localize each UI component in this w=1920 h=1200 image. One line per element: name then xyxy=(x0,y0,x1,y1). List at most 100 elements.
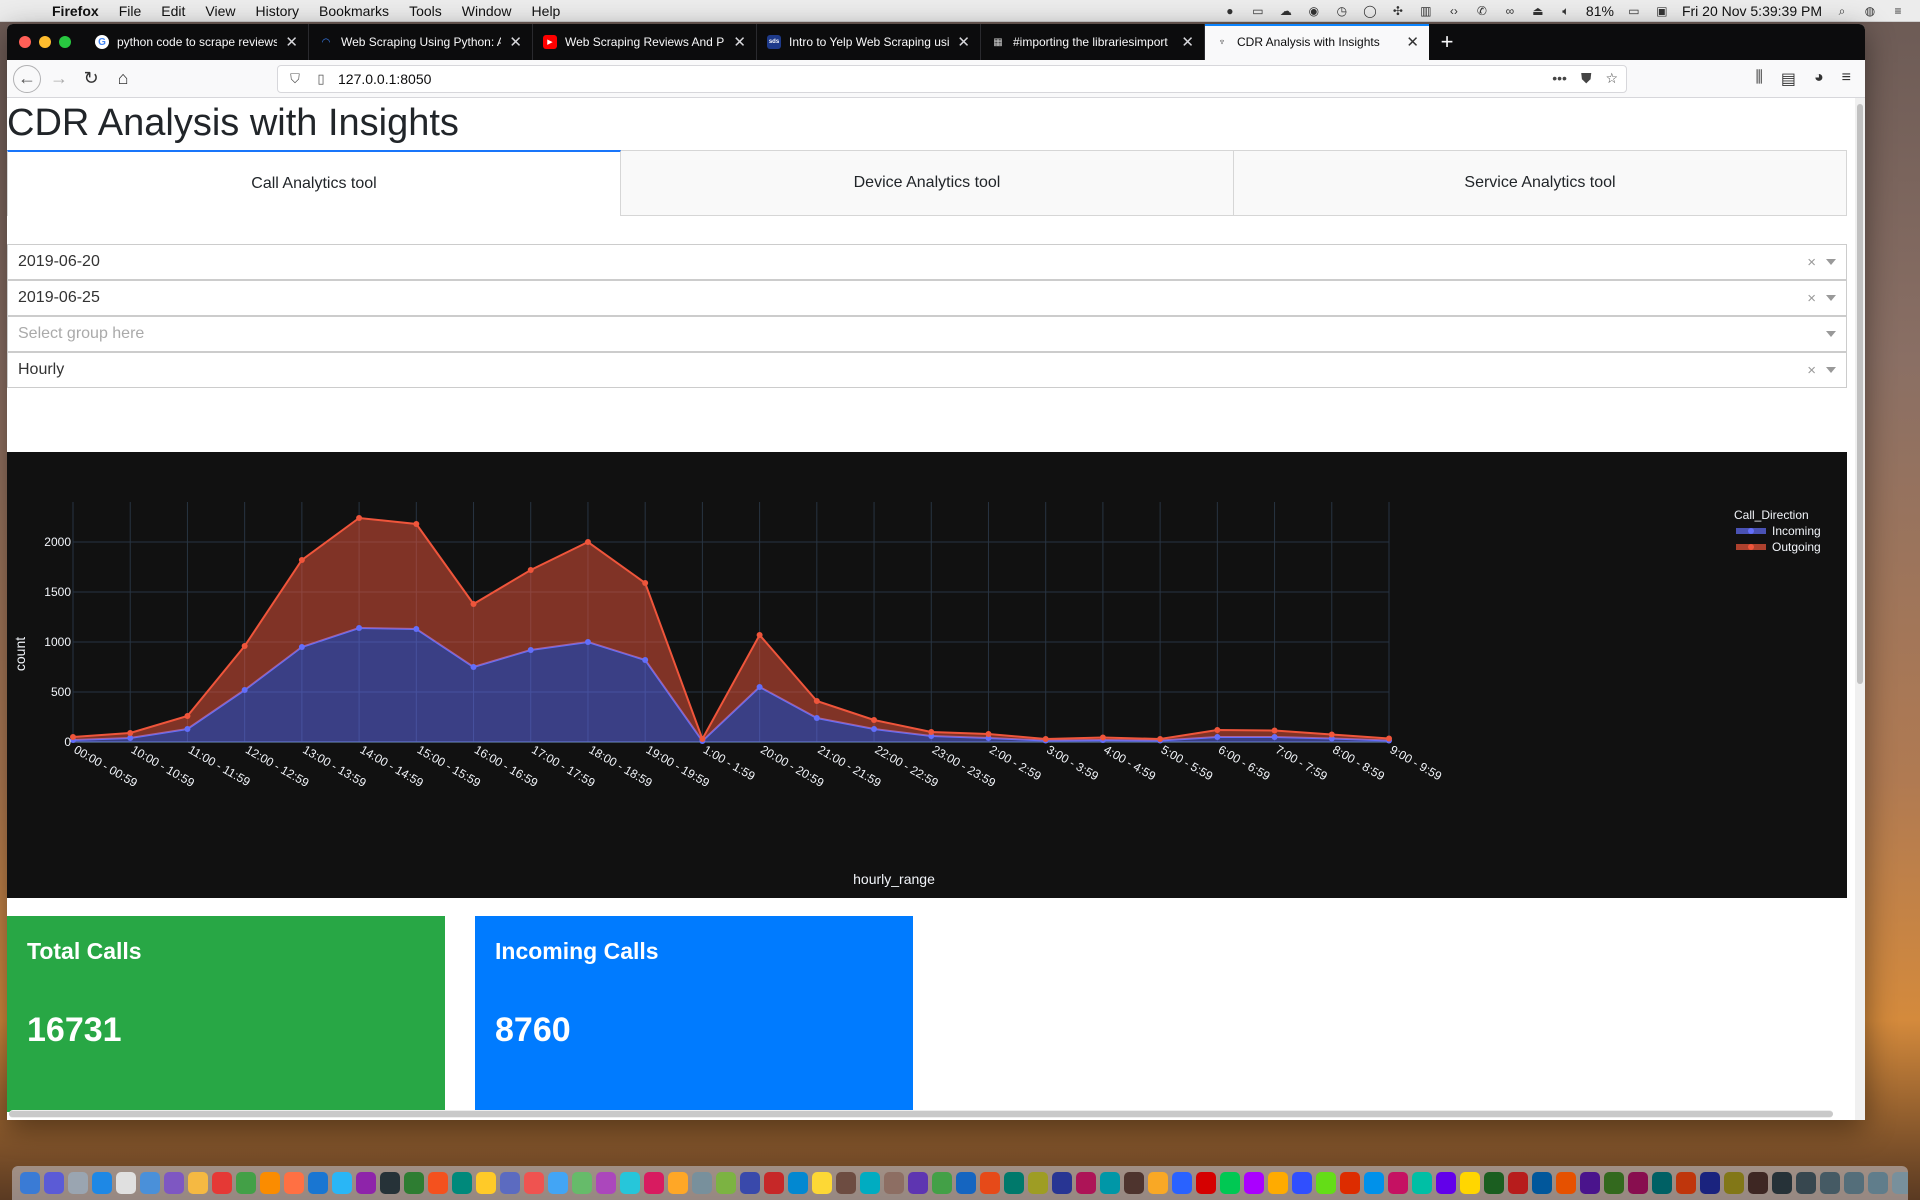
end-date-dropdown[interactable]: 2019-06-25 × xyxy=(7,280,1847,316)
dock-app-icon[interactable] xyxy=(788,1172,808,1194)
tab-service-analytics[interactable]: Service Analytics tool xyxy=(1234,150,1847,216)
horizontal-scrollbar[interactable] xyxy=(9,1110,1833,1118)
dock-app-icon[interactable] xyxy=(1004,1172,1024,1194)
dock-app-icon[interactable] xyxy=(188,1172,208,1194)
url-bar[interactable]: ⛉ ▯ 127.0.0.1:8050 ••• ⛊ ☆ xyxy=(277,64,1627,93)
group-dropdown[interactable]: Select group here xyxy=(7,316,1847,352)
dock-app-icon[interactable] xyxy=(620,1172,640,1194)
zoom-window-button[interactable] xyxy=(59,36,71,48)
close-tab-icon[interactable]: ✕ xyxy=(957,33,970,51)
dock-app-icon[interactable] xyxy=(692,1172,712,1194)
notification-center-icon[interactable]: ≡ xyxy=(1890,4,1906,18)
dock-app-icon[interactable] xyxy=(740,1172,760,1194)
dock-app-icon[interactable] xyxy=(308,1172,328,1194)
dock-app-icon[interactable] xyxy=(1460,1172,1480,1194)
dock-app-icon[interactable] xyxy=(1820,1172,1840,1194)
dock-app-icon[interactable] xyxy=(452,1172,472,1194)
dock-app-icon[interactable] xyxy=(1724,1172,1744,1194)
dock-app-icon[interactable] xyxy=(1796,1172,1816,1194)
dock-app-icon[interactable] xyxy=(1316,1172,1336,1194)
dock-app-icon[interactable] xyxy=(644,1172,664,1194)
dock-app-icon[interactable] xyxy=(1628,1172,1648,1194)
dock-app-icon[interactable] xyxy=(1268,1172,1288,1194)
dock-app-icon[interactable] xyxy=(764,1172,784,1194)
dock-app-icon[interactable] xyxy=(1076,1172,1096,1194)
home-icon[interactable]: ⌂ xyxy=(109,65,137,93)
dock-app-icon[interactable] xyxy=(476,1172,496,1194)
eject-icon[interactable]: ⏏ xyxy=(1530,4,1546,18)
browser-tab[interactable]: ▦ #importing the librariesimport ✕ xyxy=(981,24,1205,60)
dock-app-icon[interactable] xyxy=(404,1172,424,1194)
chevron-down-icon[interactable] xyxy=(1826,259,1836,265)
code-icon[interactable]: ‹› xyxy=(1446,4,1462,18)
chevron-down-icon[interactable] xyxy=(1826,367,1836,373)
dock-app-icon[interactable] xyxy=(1028,1172,1048,1194)
minimize-window-button[interactable] xyxy=(39,36,51,48)
dock-app-icon[interactable] xyxy=(212,1172,232,1194)
dock-app-icon[interactable] xyxy=(1868,1172,1888,1194)
close-tab-icon[interactable]: ✕ xyxy=(1181,33,1194,51)
dock-app-icon[interactable] xyxy=(1412,1172,1432,1194)
clear-icon[interactable]: × xyxy=(1807,254,1816,271)
menu-window[interactable]: Window xyxy=(462,3,512,19)
dock-app-icon[interactable] xyxy=(140,1172,160,1194)
dock-app-icon[interactable] xyxy=(1100,1172,1120,1194)
dock-app-icon[interactable] xyxy=(284,1172,304,1194)
screen-icon[interactable]: ▭ xyxy=(1250,4,1266,18)
new-tab-icon[interactable]: + xyxy=(1429,24,1465,60)
dock-app-icon[interactable] xyxy=(1748,1172,1768,1194)
dock-app-icon[interactable] xyxy=(1604,1172,1624,1194)
dock-app-icon[interactable] xyxy=(524,1172,544,1194)
dock-app-icon[interactable] xyxy=(1436,1172,1456,1194)
pocket-icon[interactable]: ⛊ xyxy=(1581,70,1592,87)
dock-app-icon[interactable] xyxy=(428,1172,448,1194)
dock-app-icon[interactable] xyxy=(1388,1172,1408,1194)
account-icon[interactable]: ◕ xyxy=(1814,69,1824,89)
dock-app-icon[interactable] xyxy=(1220,1172,1240,1194)
dock-app-icon[interactable] xyxy=(1196,1172,1216,1194)
dock-app-icon[interactable] xyxy=(1124,1172,1144,1194)
dock-app-icon[interactable] xyxy=(1772,1172,1792,1194)
move-icon[interactable]: ✣ xyxy=(1390,4,1406,18)
battery-icon[interactable]: ▭ xyxy=(1626,4,1642,18)
shield-icon[interactable]: ⛉ xyxy=(286,71,304,87)
scroll-thumb[interactable] xyxy=(9,1111,1833,1117)
chevron-down-icon[interactable] xyxy=(1826,331,1836,337)
dock-app-icon[interactable] xyxy=(1508,1172,1528,1194)
dock-app-icon[interactable] xyxy=(1556,1172,1576,1194)
forward-arrow-icon[interactable]: → xyxy=(45,65,73,93)
dock-app-icon[interactable] xyxy=(164,1172,184,1194)
dock-app-icon[interactable] xyxy=(1700,1172,1720,1194)
tab-device-analytics[interactable]: Device Analytics tool xyxy=(621,150,1234,216)
menu-edit[interactable]: Edit xyxy=(161,3,185,19)
dock-app-icon[interactable] xyxy=(92,1172,112,1194)
dock-app-icon[interactable] xyxy=(908,1172,928,1194)
sidebar-icon[interactable]: ▤ xyxy=(1781,69,1796,89)
reload-icon[interactable]: ↻ xyxy=(77,65,105,93)
scroll-thumb[interactable] xyxy=(1857,104,1863,684)
menu-help[interactable]: Help xyxy=(532,3,561,19)
menubar-clock[interactable]: Fri 20 Nov 5:39:39 PM xyxy=(1682,3,1822,19)
page-actions-icon[interactable]: ••• xyxy=(1552,70,1567,87)
dock-app-icon[interactable] xyxy=(1844,1172,1864,1194)
dock-app-icon[interactable] xyxy=(596,1172,616,1194)
dock-app-icon[interactable] xyxy=(812,1172,832,1194)
browser-tab[interactable]: G python code to scrape reviews ✕ xyxy=(85,24,309,60)
dock-app-icon[interactable] xyxy=(860,1172,880,1194)
dock-app-icon[interactable] xyxy=(1364,1172,1384,1194)
toggle-icon[interactable]: ◯ xyxy=(1362,4,1378,18)
clear-icon[interactable]: × xyxy=(1807,290,1816,307)
dock-app-icon[interactable] xyxy=(716,1172,736,1194)
browser-tab[interactable]: ▶ Web Scraping Reviews And Pro ✕ xyxy=(533,24,757,60)
spotlight-search-icon[interactable]: ⌕ xyxy=(1834,4,1850,18)
siri-icon[interactable]: ◍ xyxy=(1862,4,1878,18)
dock-app-icon[interactable] xyxy=(500,1172,520,1194)
tab-call-analytics[interactable]: Call Analytics tool xyxy=(7,150,621,216)
cloud-icon[interactable]: ☁ xyxy=(1278,4,1294,18)
phone-icon[interactable]: ✆ xyxy=(1474,4,1490,18)
bookmark-star-icon[interactable]: ☆ xyxy=(1605,70,1618,87)
menu-view[interactable]: View xyxy=(205,3,235,19)
dock-app-icon[interactable] xyxy=(1244,1172,1264,1194)
chevron-down-icon[interactable] xyxy=(1826,295,1836,301)
dock-app-icon[interactable] xyxy=(1580,1172,1600,1194)
